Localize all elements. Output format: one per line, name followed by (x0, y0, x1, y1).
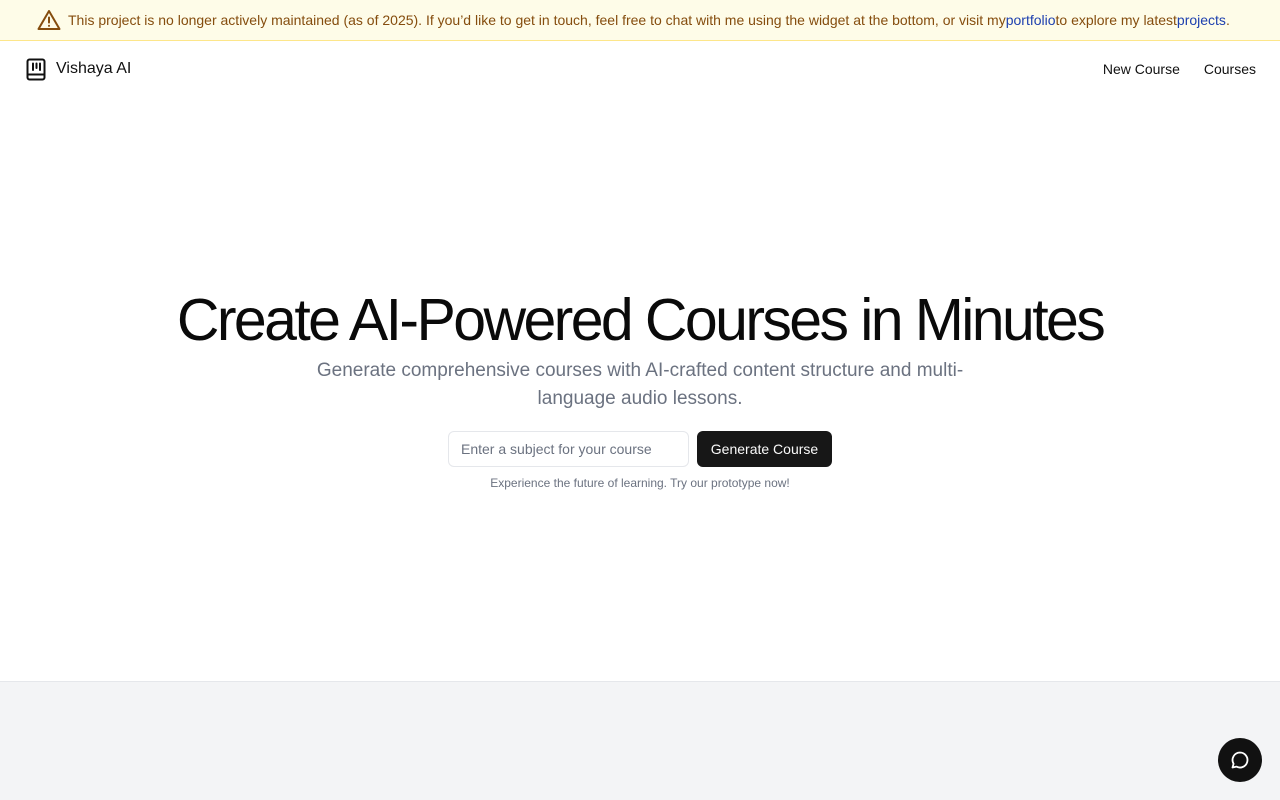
generate-course-button[interactable]: Generate Course (697, 431, 832, 467)
warning-triangle-icon (37, 9, 61, 31)
hero-note: Experience the future of learning. Try o… (490, 476, 790, 490)
hero-title: Create AI-Powered Courses in Minutes (176, 287, 1106, 353)
maintenance-banner: This project is no longer actively maint… (0, 0, 1280, 41)
portfolio-link[interactable]: portfolio (1006, 12, 1056, 28)
banner-text-middle: to explore my latest (1055, 12, 1177, 28)
course-form: Generate Course (448, 431, 832, 467)
hero-subtitle: Generate comprehensive courses with AI-c… (316, 360, 964, 409)
brand-name: Vishaya AI (56, 60, 132, 77)
banner-text-before: This project is no longer actively maint… (68, 12, 1006, 28)
site-header: Vishaya AI New Course Courses (0, 41, 1280, 97)
hero-section: Create AI-Powered Courses in Minutes Gen… (0, 97, 1280, 681)
footer-area (0, 681, 1280, 800)
banner-text-after: . (1225, 12, 1230, 28)
chat-bubble-icon (1230, 750, 1250, 770)
nav-courses[interactable]: Courses (1204, 61, 1256, 77)
book-icon (26, 58, 46, 81)
main-nav: New Course Courses (1103, 61, 1256, 77)
subject-input[interactable] (448, 431, 689, 467)
projects-link[interactable]: projects (1177, 12, 1226, 28)
nav-new-course[interactable]: New Course (1103, 61, 1180, 77)
chat-widget-button[interactable] (1218, 738, 1262, 782)
brand-logo-link[interactable]: Vishaya AI (26, 58, 131, 81)
